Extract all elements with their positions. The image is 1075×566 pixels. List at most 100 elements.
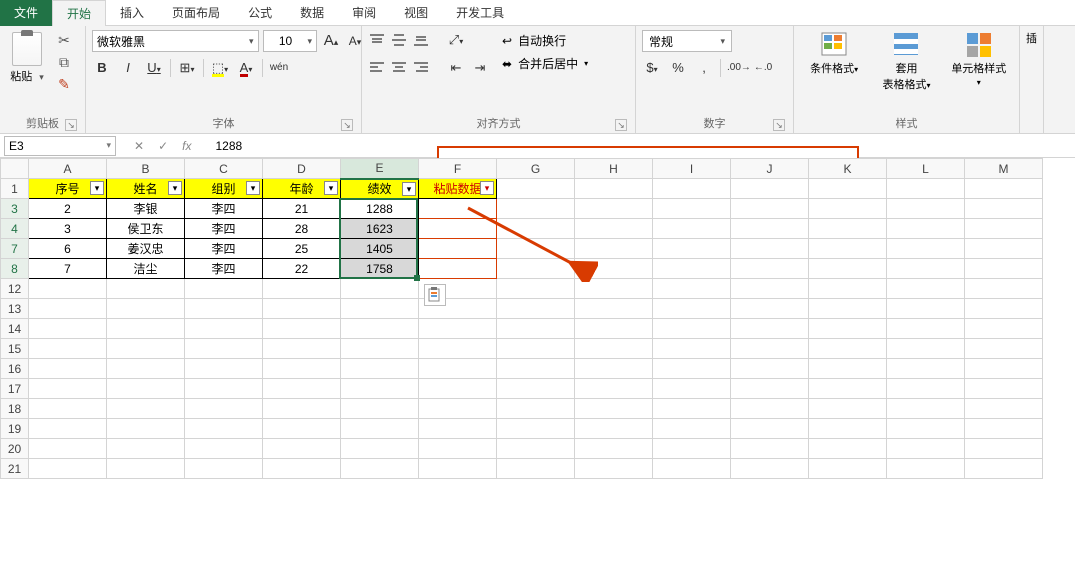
cell-K16[interactable]: [809, 359, 887, 379]
cell-C14[interactable]: [185, 319, 263, 339]
cell-L17[interactable]: [887, 379, 965, 399]
worksheet-grid[interactable]: ABCDEFGHIJKLM1序号▾姓名▾组别▾年龄▾绩效▾粘贴数据▾32李银李四…: [0, 158, 1075, 479]
cell-E16[interactable]: [341, 359, 419, 379]
cell-H15[interactable]: [575, 339, 653, 359]
cell-B8[interactable]: 洁尘: [107, 259, 185, 279]
col-header-A[interactable]: A: [29, 159, 107, 179]
merge-center-button[interactable]: ⬌合并后居中▾: [502, 55, 588, 72]
cell-B7[interactable]: 姜汉忠: [107, 239, 185, 259]
row-header-17[interactable]: 17: [1, 379, 29, 399]
orientation-button[interactable]: ⤢▾: [446, 30, 466, 50]
cell-J7[interactable]: [731, 239, 809, 259]
group-expand-icon[interactable]: ↘: [615, 119, 627, 131]
cell-H20[interactable]: [575, 439, 653, 459]
cell-E20[interactable]: [341, 439, 419, 459]
cell-G15[interactable]: [497, 339, 575, 359]
row-header-7[interactable]: 7: [1, 239, 29, 259]
cell-A4[interactable]: 3: [29, 219, 107, 239]
row-header-14[interactable]: 14: [1, 319, 29, 339]
cell-J17[interactable]: [731, 379, 809, 399]
fx-icon[interactable]: fx: [182, 139, 191, 153]
cell-E13[interactable]: [341, 299, 419, 319]
filter-dropdown-icon[interactable]: ▾: [246, 181, 260, 195]
filter-dropdown-icon[interactable]: ▾: [480, 181, 494, 195]
cell-H19[interactable]: [575, 419, 653, 439]
cell-D1[interactable]: 年龄▾: [263, 179, 341, 199]
cell-K13[interactable]: [809, 299, 887, 319]
col-header-F[interactable]: F: [419, 159, 497, 179]
cell-D12[interactable]: [263, 279, 341, 299]
cell-G13[interactable]: [497, 299, 575, 319]
cell-L13[interactable]: [887, 299, 965, 319]
cell-C3[interactable]: 李四: [185, 199, 263, 219]
cell-F20[interactable]: [419, 439, 497, 459]
cell-I1[interactable]: [653, 179, 731, 199]
cell-F16[interactable]: [419, 359, 497, 379]
cell-H18[interactable]: [575, 399, 653, 419]
row-header-1[interactable]: 1: [1, 179, 29, 199]
cell-K20[interactable]: [809, 439, 887, 459]
cell-D16[interactable]: [263, 359, 341, 379]
tab-insert[interactable]: 插入: [106, 0, 158, 26]
cell-G8[interactable]: [497, 259, 575, 279]
cell-B15[interactable]: [107, 339, 185, 359]
indent-decrease-icon[interactable]: ⇤: [446, 58, 466, 78]
percent-format-button[interactable]: %: [668, 58, 688, 78]
cell-C7[interactable]: 李四: [185, 239, 263, 259]
font-name-select[interactable]: 微软雅黑▾: [92, 30, 259, 52]
cell-M16[interactable]: [965, 359, 1043, 379]
cell-K18[interactable]: [809, 399, 887, 419]
cell-J1[interactable]: [731, 179, 809, 199]
cell-A3[interactable]: 2: [29, 199, 107, 219]
cell-F7[interactable]: [419, 239, 497, 259]
cell-A8[interactable]: 7: [29, 259, 107, 279]
cell-E18[interactable]: [341, 399, 419, 419]
row-header-21[interactable]: 21: [1, 459, 29, 479]
row-header-16[interactable]: 16: [1, 359, 29, 379]
cell-C8[interactable]: 李四: [185, 259, 263, 279]
cell-L4[interactable]: [887, 219, 965, 239]
cell-I21[interactable]: [653, 459, 731, 479]
cell-J19[interactable]: [731, 419, 809, 439]
cell-D7[interactable]: 25: [263, 239, 341, 259]
align-center-icon[interactable]: [390, 60, 408, 76]
row-header-12[interactable]: 12: [1, 279, 29, 299]
align-left-icon[interactable]: [368, 60, 386, 76]
cell-L3[interactable]: [887, 199, 965, 219]
cell-D21[interactable]: [263, 459, 341, 479]
tab-formula[interactable]: 公式: [234, 0, 286, 26]
cell-E3[interactable]: 1288: [341, 199, 419, 219]
cell-K21[interactable]: [809, 459, 887, 479]
cell-J21[interactable]: [731, 459, 809, 479]
cell-B17[interactable]: [107, 379, 185, 399]
cell-D4[interactable]: 28: [263, 219, 341, 239]
cell-L20[interactable]: [887, 439, 965, 459]
cell-C19[interactable]: [185, 419, 263, 439]
col-header-L[interactable]: L: [887, 159, 965, 179]
cell-L18[interactable]: [887, 399, 965, 419]
cell-M17[interactable]: [965, 379, 1043, 399]
cell-H16[interactable]: [575, 359, 653, 379]
cell-M7[interactable]: [965, 239, 1043, 259]
cell-D3[interactable]: 21: [263, 199, 341, 219]
cell-C4[interactable]: 李四: [185, 219, 263, 239]
align-bottom-icon[interactable]: [412, 32, 430, 48]
cell-F8[interactable]: [419, 259, 497, 279]
cell-I19[interactable]: [653, 419, 731, 439]
accounting-format-button[interactable]: $▾: [642, 58, 662, 78]
cell-styles-button[interactable]: 单元格样式▾: [951, 30, 1007, 88]
cell-M8[interactable]: [965, 259, 1043, 279]
cell-B18[interactable]: [107, 399, 185, 419]
cell-F19[interactable]: [419, 419, 497, 439]
cell-L16[interactable]: [887, 359, 965, 379]
border-button[interactable]: ⊞▾: [177, 58, 197, 78]
col-header-G[interactable]: G: [497, 159, 575, 179]
cell-A13[interactable]: [29, 299, 107, 319]
cell-C20[interactable]: [185, 439, 263, 459]
cell-K8[interactable]: [809, 259, 887, 279]
cell-G17[interactable]: [497, 379, 575, 399]
row-header-19[interactable]: 19: [1, 419, 29, 439]
cell-E8[interactable]: 1758: [341, 259, 419, 279]
cell-K14[interactable]: [809, 319, 887, 339]
cell-G18[interactable]: [497, 399, 575, 419]
